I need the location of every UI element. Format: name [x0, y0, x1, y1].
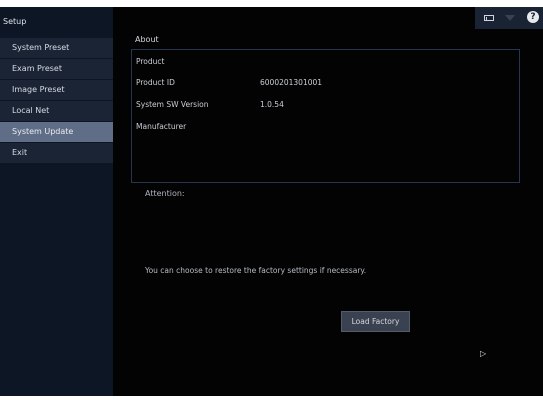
restore-message: You can choose to restore the factory se…: [145, 266, 367, 275]
menu-item-image-preset[interactable]: Image Preset: [0, 80, 113, 100]
about-title: About: [135, 35, 159, 44]
menu-item-system-preset[interactable]: System Preset: [0, 38, 113, 58]
screen: Setup System Preset Exam Preset Image Pr…: [0, 7, 543, 396]
sw-version-value: 1.0.54: [260, 100, 284, 109]
keyboard-icon[interactable]: [484, 15, 494, 21]
sidebar-header: Setup: [3, 17, 27, 26]
product-id-label: Product ID: [136, 78, 175, 87]
about-panel: Product Product ID 6000201301001 System …: [131, 49, 520, 183]
manufacturer-label: Manufacturer: [136, 122, 187, 131]
product-id-value: 6000201301001: [260, 78, 323, 87]
top-icon-bar: ?: [475, 7, 543, 29]
menu-item-exam-preset[interactable]: Exam Preset: [0, 59, 113, 79]
help-icon[interactable]: ?: [527, 11, 539, 23]
attention-title: Attention:: [145, 189, 185, 198]
mouse-cursor-icon: ▷: [480, 349, 487, 358]
menu-item-system-update[interactable]: System Update: [0, 122, 113, 142]
sw-version-label: System SW Version: [136, 100, 209, 109]
menu-item-local-net[interactable]: Local Net: [0, 101, 113, 121]
menu-item-exit[interactable]: Exit: [0, 143, 113, 163]
sidebar: Setup System Preset Exam Preset Image Pr…: [0, 7, 113, 396]
load-factory-button[interactable]: Load Factory: [341, 311, 410, 332]
network-icon: [505, 15, 515, 21]
product-label: Product: [136, 57, 165, 66]
